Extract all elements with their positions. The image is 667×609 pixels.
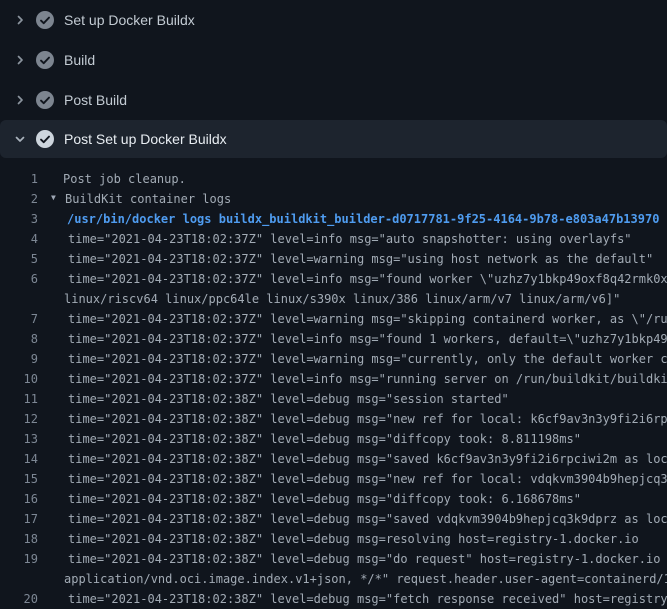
log-line: 15 time="2021-04-23T18:02:38Z" level=debu… bbox=[0, 469, 667, 489]
log-line: 1 Post job cleanup. bbox=[0, 169, 667, 189]
log-line: 10 time="2021-04-23T18:02:37Z" level=info… bbox=[0, 369, 667, 389]
log-text: time="2021-04-23T18:02:38Z" level=debug … bbox=[68, 409, 667, 429]
workflow-steps-list: Set up Docker Buildx Build Post Build Post … bbox=[0, 0, 667, 158]
log-text: Post job cleanup. bbox=[63, 169, 186, 189]
log-line-number[interactable]: 13 bbox=[0, 429, 38, 449]
log-line-number[interactable]: 12 bbox=[0, 409, 38, 429]
log-line: 14 time="2021-04-23T18:02:38Z" level=debu… bbox=[0, 449, 667, 469]
log-line-number[interactable]: 11 bbox=[0, 389, 38, 409]
log-line: 13 time="2021-04-23T18:02:38Z" level=debu… bbox=[0, 429, 667, 449]
log-line: 20 time="2021-04-23T18:02:38Z" level=debu… bbox=[0, 589, 667, 609]
log-line-number[interactable]: 1 bbox=[0, 169, 38, 189]
log-line: 7 time="2021-04-23T18:02:37Z" level=warni… bbox=[0, 309, 667, 329]
log-line-number[interactable]: 5 bbox=[0, 249, 38, 269]
log-line-number[interactable]: 4 bbox=[0, 229, 38, 249]
log-text: time="2021-04-23T18:02:38Z" level=debug … bbox=[68, 549, 667, 569]
log-line: 12 time="2021-04-23T18:02:38Z" level=debu… bbox=[0, 409, 667, 429]
step-row-post-set-up-docker-buildx[interactable]: Post Set up Docker Buildx bbox=[0, 120, 667, 158]
log-line-number bbox=[0, 289, 38, 309]
log-text: time="2021-04-23T18:02:38Z" level=debug … bbox=[68, 389, 509, 409]
log-text: time="2021-04-23T18:02:37Z" level=info m… bbox=[68, 229, 632, 249]
log-line: 8 time="2021-04-23T18:02:37Z" level=info … bbox=[0, 329, 667, 349]
log-line: 5 time="2021-04-23T18:02:37Z" level=warni… bbox=[0, 249, 667, 269]
log-line: 18 time="2021-04-23T18:02:38Z" level=debu… bbox=[0, 529, 667, 549]
group-collapse-triangle-icon[interactable]: ▼ bbox=[51, 189, 63, 208]
log-line-number[interactable]: 14 bbox=[0, 449, 38, 469]
log-text: time="2021-04-23T18:02:38Z" level=debug … bbox=[68, 489, 581, 509]
step-label: Post Build bbox=[64, 92, 127, 108]
log-line: 11 time="2021-04-23T18:02:38Z" level=debu… bbox=[0, 389, 667, 409]
log-line-number[interactable]: 8 bbox=[0, 329, 38, 349]
log-text: time="2021-04-23T18:02:38Z" level=debug … bbox=[68, 469, 667, 489]
step-label: Set up Docker Buildx bbox=[64, 12, 195, 28]
log-line-number[interactable]: 3 bbox=[0, 209, 38, 229]
check-circle-icon bbox=[36, 11, 54, 29]
log-line: 3/usr/bin/docker logs buildx_buildkit_bu… bbox=[0, 209, 667, 229]
log-text: application/vnd.oci.image.index.v1+json,… bbox=[64, 569, 667, 589]
log-line-number[interactable]: 17 bbox=[0, 509, 38, 529]
step-row-build[interactable]: Build bbox=[0, 40, 667, 80]
log-line-continuation: linux/riscv64 linux/ppc64le linux/s390x … bbox=[0, 289, 667, 309]
log-line-number[interactable]: 15 bbox=[0, 469, 38, 489]
log-line-number[interactable]: 16 bbox=[0, 489, 38, 509]
log-text: time="2021-04-23T18:02:37Z" level=warnin… bbox=[68, 249, 653, 269]
log-text: time="2021-04-23T18:02:37Z" level=warnin… bbox=[68, 309, 667, 329]
log-line-number[interactable]: 6 bbox=[0, 269, 38, 289]
check-circle-icon bbox=[36, 130, 54, 148]
log-text: time="2021-04-23T18:02:38Z" level=debug … bbox=[68, 429, 581, 449]
step-row-set-up-docker-buildx[interactable]: Set up Docker Buildx bbox=[0, 0, 667, 40]
log-line-continuation: application/vnd.oci.image.index.v1+json,… bbox=[0, 569, 667, 589]
log-line: 6 time="2021-04-23T18:02:37Z" level=info … bbox=[0, 269, 667, 289]
step-label: Post Set up Docker Buildx bbox=[64, 131, 227, 147]
log-viewer: 1 Post job cleanup. 2 ▼BuildKit container l… bbox=[0, 158, 667, 609]
log-line-number[interactable]: 19 bbox=[0, 549, 38, 569]
chevron-right-icon[interactable] bbox=[12, 52, 28, 68]
log-text: time="2021-04-23T18:02:38Z" level=debug … bbox=[68, 529, 639, 549]
log-text: time="2021-04-23T18:02:37Z" level=warnin… bbox=[68, 349, 667, 369]
log-line-number[interactable]: 7 bbox=[0, 309, 38, 329]
log-text: time="2021-04-23T18:02:38Z" level=debug … bbox=[68, 509, 667, 529]
log-text: time="2021-04-23T18:02:37Z" level=info m… bbox=[68, 329, 667, 349]
step-row-post-build[interactable]: Post Build bbox=[0, 80, 667, 120]
chevron-right-icon[interactable] bbox=[12, 92, 28, 108]
step-label: Build bbox=[64, 52, 95, 68]
log-command-text: /usr/bin/docker logs buildx_buildkit_bui… bbox=[67, 209, 659, 229]
log-line-number[interactable]: 20 bbox=[0, 589, 38, 609]
log-line-number[interactable]: 9 bbox=[0, 349, 38, 369]
log-text: BuildKit container logs bbox=[65, 189, 231, 209]
log-line: 2 ▼BuildKit container logs bbox=[0, 189, 667, 209]
check-circle-icon bbox=[36, 51, 54, 69]
log-line-number bbox=[0, 569, 38, 589]
log-text: time="2021-04-23T18:02:38Z" level=debug … bbox=[68, 589, 667, 609]
chevron-down-icon[interactable] bbox=[12, 131, 28, 147]
log-text: time="2021-04-23T18:02:37Z" level=info m… bbox=[68, 369, 667, 389]
chevron-right-icon[interactable] bbox=[12, 12, 28, 28]
log-line-number[interactable]: 2 bbox=[0, 189, 38, 209]
log-text: time="2021-04-23T18:02:38Z" level=debug … bbox=[68, 449, 667, 469]
log-line: 4 time="2021-04-23T18:02:37Z" level=info … bbox=[0, 229, 667, 249]
log-line: 17 time="2021-04-23T18:02:38Z" level=debu… bbox=[0, 509, 667, 529]
log-line-number[interactable]: 10 bbox=[0, 369, 38, 389]
log-line-number[interactable]: 18 bbox=[0, 529, 38, 549]
log-text: linux/riscv64 linux/ppc64le linux/s390x … bbox=[64, 289, 620, 309]
log-text: time="2021-04-23T18:02:37Z" level=info m… bbox=[68, 269, 667, 289]
check-circle-icon bbox=[36, 91, 54, 109]
log-line: 16 time="2021-04-23T18:02:38Z" level=debu… bbox=[0, 489, 667, 509]
log-line: 9 time="2021-04-23T18:02:37Z" level=warni… bbox=[0, 349, 667, 369]
log-line: 19 time="2021-04-23T18:02:38Z" level=debu… bbox=[0, 549, 667, 569]
